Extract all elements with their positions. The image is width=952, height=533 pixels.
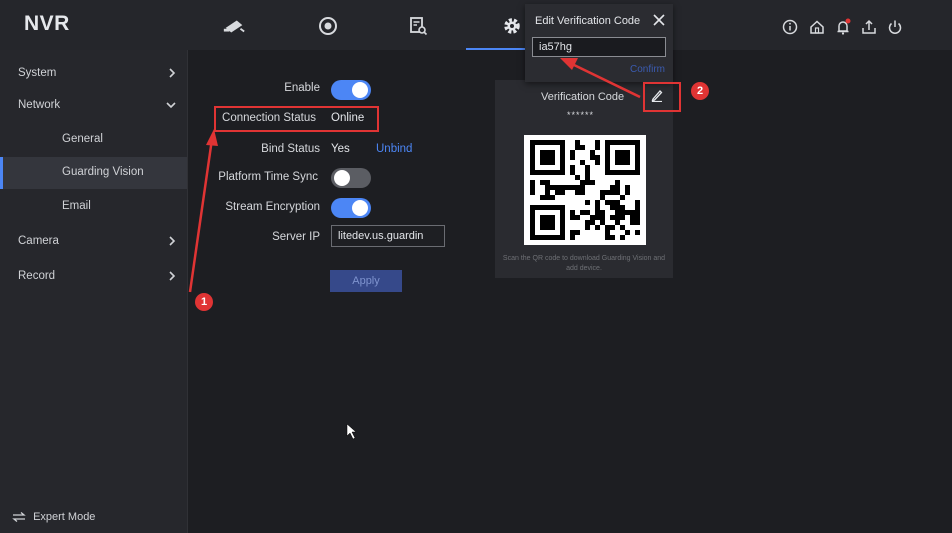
mouse-cursor-icon [346,423,357,440]
arrow-1-line [188,138,214,293]
arrow-2-head [560,58,578,70]
arrow-1-head [206,129,218,146]
annotation-arrows [188,58,641,440]
step-badge-1: 1 [195,293,213,311]
step-badge-2: 2 [691,82,709,100]
arrow-2-line [571,62,641,99]
